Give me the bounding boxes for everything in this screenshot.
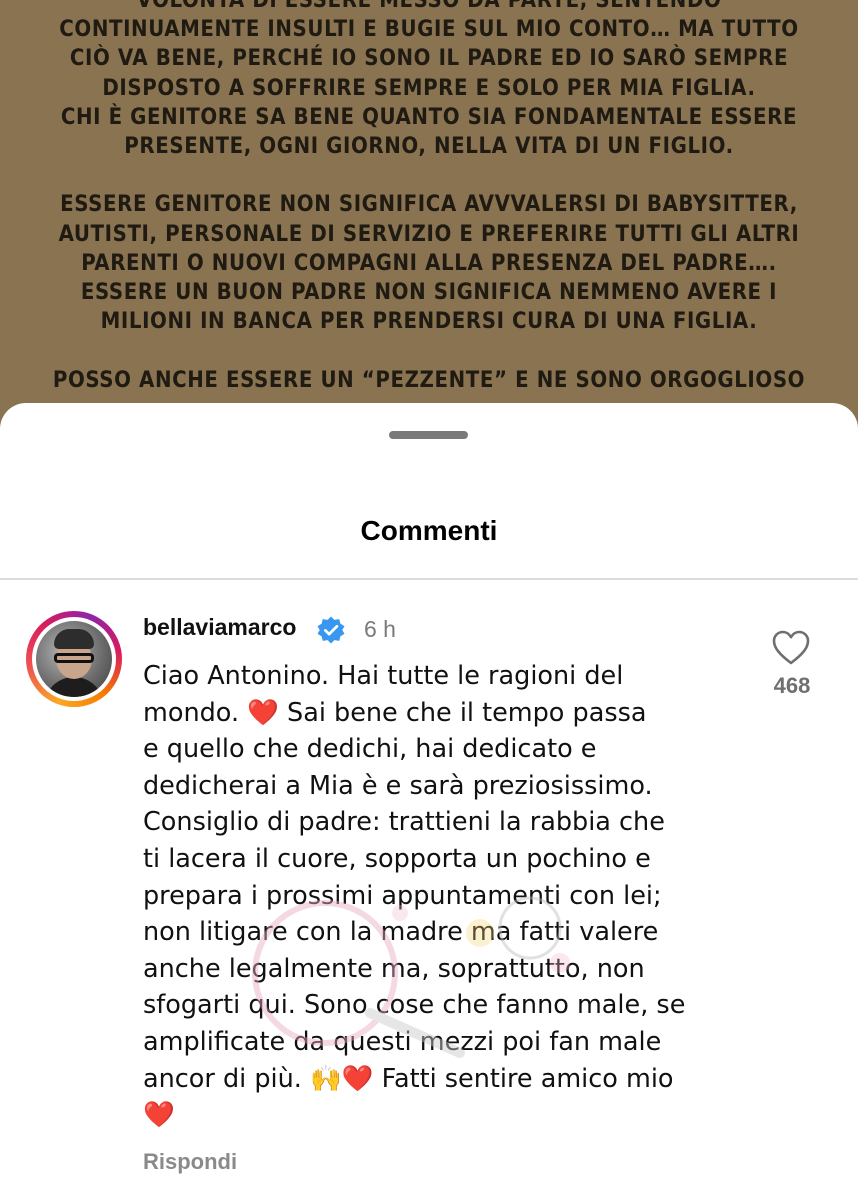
sheet-drag-handle[interactable] — [389, 431, 468, 439]
post-text: VOLONTÀ DI ESSERE MESSO DA PARTE, SENTEN… — [52, 0, 806, 393]
comment-text: Ciao Antonino. Hai tutte le ragioni del … — [143, 661, 686, 1131]
post-image: VOLONTÀ DI ESSERE MESSO DA PARTE, SENTEN… — [0, 0, 858, 420]
sheet-title: Commenti — [360, 515, 498, 546]
reply-button[interactable]: Rispondi — [143, 1149, 237, 1175]
like-count: 468 — [773, 673, 811, 698]
divider — [0, 578, 858, 580]
heart-outline-icon[interactable] — [772, 630, 810, 666]
comments-sheet: Commenti bellaviamarco 6 h Ciao Antonino… — [0, 403, 858, 1200]
verified-badge-icon — [317, 616, 345, 644]
avatar[interactable] — [26, 611, 122, 707]
comment-username[interactable]: bellaviamarco — [143, 614, 296, 641]
comment-timestamp: 6 h — [364, 616, 396, 642]
avatar-photo — [36, 621, 112, 697]
